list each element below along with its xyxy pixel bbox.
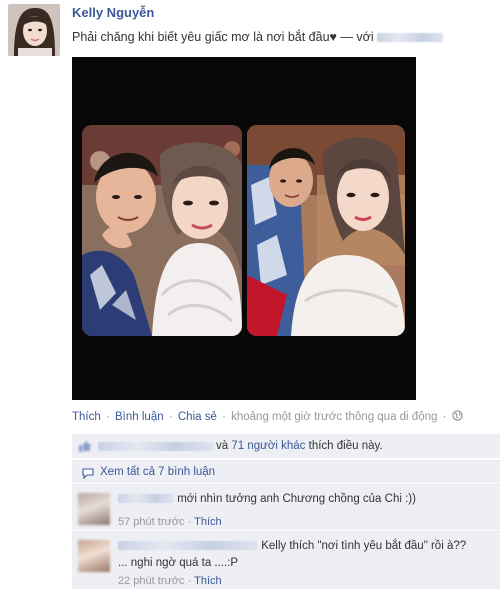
view-all-comments[interactable]: Xem tất cả 7 bình luận [72, 460, 500, 483]
like-link[interactable]: Thích [72, 411, 101, 423]
comment-item: Kelly thích "nơi tình yêu bắt đầu" rồi à… [72, 531, 500, 589]
separator-dot: · [187, 575, 192, 587]
status-message: Phải chăng khi biết yêu giấc mơ là nơi b… [72, 30, 337, 44]
comment-like-link[interactable]: Thích [194, 575, 222, 587]
likes-text: và 71 người khác thích điều này. [216, 440, 383, 452]
separator-dot: · [105, 411, 110, 423]
comment-text-line1: Kelly thích "nơi tình yêu bắt đầu" rồi à… [261, 540, 467, 552]
photo-frame-right [247, 125, 405, 336]
status-text: Phải chăng khi biết yêu giấc mơ là nơi b… [72, 30, 444, 44]
author-avatar[interactable] [8, 4, 60, 56]
comment-like-link[interactable]: Thích [194, 516, 222, 528]
photo-frame-left [82, 125, 242, 336]
commenter-avatar-blurred[interactable] [78, 493, 110, 525]
like-thumb-icon [79, 441, 91, 452]
comment-bubble-icon [82, 468, 94, 479]
comment-item: mới nhìn tưởng anh Chương chồng của Chi … [72, 484, 500, 530]
likes-prefix: và [216, 440, 229, 452]
separator-dot: · [168, 411, 173, 423]
post-photo[interactable] [72, 57, 416, 400]
comment-link[interactable]: Bình luận [115, 411, 164, 423]
author-name[interactable]: Kelly Nguyễn [72, 5, 154, 20]
commenter-name-blurred[interactable] [118, 494, 174, 504]
commenter-avatar-blurred[interactable] [78, 540, 110, 572]
avatar-image [8, 4, 60, 56]
likes-others-link[interactable]: 71 người khác [231, 440, 305, 452]
with-separator: — [340, 30, 353, 44]
share-link[interactable]: Chia sẻ [178, 411, 217, 423]
post-actions: Thích · Bình luận · Chia sẻ · khoảng một… [72, 410, 463, 423]
tagged-friend-blurred[interactable] [377, 33, 444, 43]
separator-dot: · [222, 411, 226, 423]
with-label: với [356, 30, 374, 44]
view-all-comments-label[interactable]: Xem tất cả 7 bình luận [100, 466, 215, 478]
likes-summary: và 71 người khác thích điều này. [72, 434, 500, 458]
comment-body: Kelly thích "nơi tình yêu bắt đầu" rồi à… [118, 538, 466, 589]
comment-text: mới nhìn tưởng anh Chương chồng của Chi … [177, 493, 416, 505]
likes-suffix: thích điều này. [308, 440, 383, 452]
comment-body: mới nhìn tưởng anh Chương chồng của Chi … [118, 491, 416, 531]
comment-time[interactable]: 22 phút trước [118, 575, 185, 587]
separator-dot: · [442, 411, 447, 423]
separator-dot: · [187, 516, 192, 528]
post-time[interactable]: khoảng một giờ trước thông qua di động [231, 411, 437, 423]
liker-names-blurred[interactable] [98, 442, 214, 451]
comment-time[interactable]: 57 phút trước [118, 516, 185, 528]
globe-icon[interactable] [452, 410, 463, 421]
commenter-name-blurred[interactable] [118, 541, 258, 551]
comment-text-line2: ... nghi ngờ quá ta ....:P [118, 557, 239, 569]
